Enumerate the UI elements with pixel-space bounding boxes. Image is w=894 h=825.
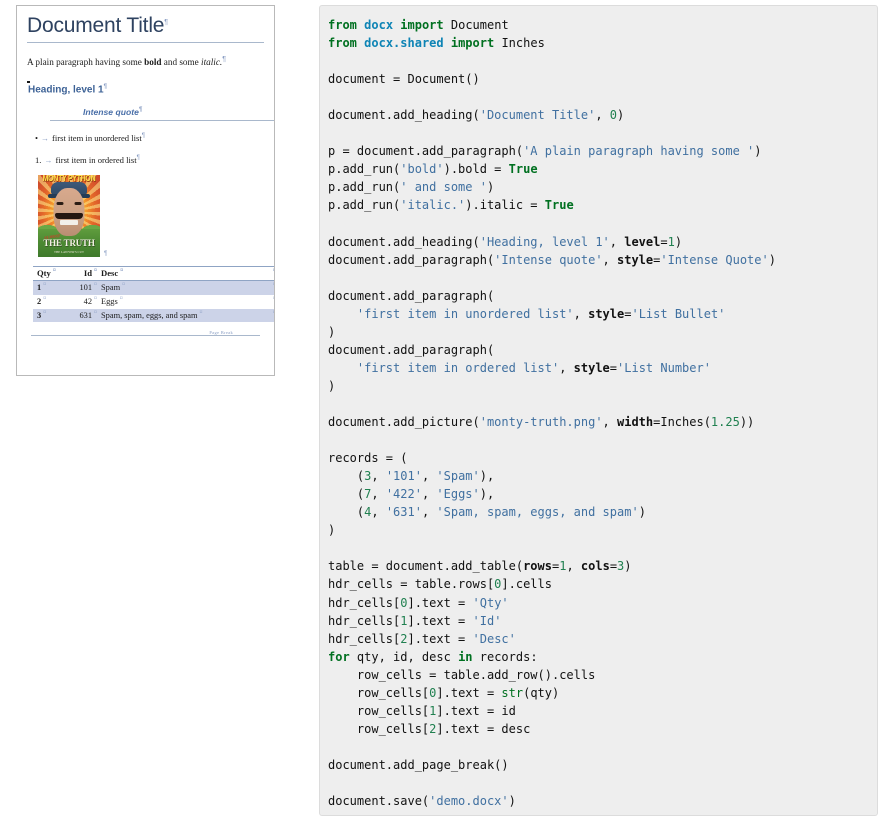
poster-face (53, 187, 85, 236)
quote-divider (50, 119, 274, 121)
cell-mark: ¤ (43, 295, 47, 302)
cell-mark: ¤ (94, 282, 97, 289)
cell-mark: ¤ (271, 296, 274, 302)
document-table-wrap: Qty¤ Id¤ Desc¤ ¤ 1¤ 101¤ Spam¤ ¤ (27, 266, 274, 323)
cell-mark: ¤ (199, 309, 203, 316)
document-ordered-list-item: 1. → first item in ordered list¶ (27, 155, 264, 165)
cell-mark: ¤ (271, 268, 274, 274)
table-cell-id-value: 42 (83, 296, 92, 306)
table-cell-desc: Spam, spam, eggs, and spam ¤ (101, 309, 262, 323)
cell-mark: ¤ (43, 282, 47, 289)
title-divider (27, 42, 264, 44)
paragraph-text-between: and some (161, 57, 202, 68)
pilcrow-mark: ¶ (164, 19, 168, 26)
pilcrow-mark: ¶ (104, 250, 108, 257)
table-header-desc-label: Desc (101, 267, 119, 278)
table-header-qty: Qty ¤ (33, 266, 63, 280)
document-unordered-list-item: • → first item in unordered list¶ (27, 133, 264, 143)
heading1-text: Heading, level 1 (28, 83, 104, 95)
table-row: 2¤ 42¤ Eggs¤ ¤ (33, 295, 274, 309)
cell-mark: ¤ (52, 268, 56, 275)
monty-python-poster-image: MONTY PYTHON ALMOST THE TRUTH THE LAWYER… (38, 174, 100, 257)
table-cell-desc-value: Spam, spam, eggs, and spam (101, 310, 198, 320)
paragraph-bold-run: bold (144, 57, 162, 68)
table-cell-id: 101 ¤ (63, 281, 101, 295)
cell-mark: ¤ (271, 310, 274, 316)
cell-mark: ¤ (43, 309, 47, 316)
ordered-item-text: first item in ordered list (55, 154, 137, 165)
table-header-id: Id ¤ (63, 266, 101, 280)
table-head: Qty¤ Id¤ Desc¤ ¤ (33, 266, 274, 281)
pilcrow-mark: ¶ (136, 155, 140, 162)
poster-title-text: THE TRUTH (43, 237, 95, 248)
document-intense-quote-block: Intense quote¶ (27, 107, 274, 121)
python-code-block: from docx import Document from docx.shar… (319, 5, 878, 816)
document-title: Document Title¶ (27, 14, 264, 42)
poster-eyes (56, 201, 82, 205)
cell-mark: ¤ (271, 282, 274, 288)
cell-mark: ¤ (94, 295, 97, 302)
table-header-qty-label: Qty (37, 267, 51, 278)
document-image-row: MONTY PYTHON ALMOST THE TRUTH THE LAWYER… (27, 174, 264, 257)
document-intense-quote: Intense quote¶ (83, 107, 264, 120)
pilcrow-mark: ¶ (138, 107, 143, 114)
table-cell-qty: 3 ¤ (33, 309, 63, 323)
poster-moustache (55, 212, 83, 219)
table-cell-id-value: 101 (79, 282, 92, 292)
tab-arrow-icon: → (44, 155, 53, 165)
document-heading1: Heading, level 1¶ (28, 84, 264, 96)
table-cell-qty: 2 ¤ (33, 295, 63, 309)
document-table: Qty¤ Id¤ Desc¤ ¤ 1¤ 101¤ Spam¤ ¤ (33, 266, 274, 323)
table-row-end-mark: ¤ (262, 309, 274, 323)
table-cell-desc-value: Eggs (101, 296, 118, 306)
table-row-end-mark: ¤ (262, 266, 274, 280)
poster-top-text: MONTY PYTHON (42, 175, 96, 184)
intense-quote-text: Intense quote (83, 106, 139, 117)
document-body: Document Title¶ A plain paragraph having… (17, 6, 274, 375)
pilcrow-mark: ¶ (103, 83, 107, 90)
cell-mark: ¤ (120, 268, 124, 275)
table-row-end-mark: ¤ (262, 281, 274, 295)
table-cell-id: 631 ¤ (63, 309, 101, 323)
unordered-item-text: first item in unordered list (52, 132, 142, 143)
cell-mark: ¤ (119, 295, 123, 302)
paragraph-italic-run: italic. (201, 57, 223, 68)
table-body: 1¤ 101¤ Spam¤ ¤ 2¤ 42¤ Eggs¤ ¤ 3¤ (33, 280, 274, 323)
document-title-text: Document Title (27, 14, 165, 37)
table-row: 3¤ 631¤ Spam, spam, eggs, and spam¤ ¤ (33, 308, 274, 323)
document-heading1-wrap: Heading, level 1¶ (27, 80, 264, 96)
table-cell-qty: 1 ¤ (33, 281, 63, 295)
page-break-indicator: Page Break (27, 330, 264, 340)
paragraph-text-before: A plain paragraph having some (27, 57, 145, 68)
table-row: 1¤ 101¤ Spam¤ ¤ (33, 280, 274, 295)
pilcrow-mark: ¶ (141, 133, 145, 140)
table-cell-desc-value: Spam (101, 282, 121, 292)
page-root: Document Title¶ A plain paragraph having… (0, 0, 894, 825)
table-header-row: Qty¤ Id¤ Desc¤ ¤ (33, 266, 274, 281)
pilcrow-mark: ¶ (222, 56, 226, 64)
poster-subtitle-text: THE LAWYER'S CUT (54, 249, 84, 254)
table-cell-desc: Spam ¤ (101, 281, 262, 295)
document-preview-panel: Document Title¶ A plain paragraph having… (16, 5, 275, 376)
table-cell-id-value: 631 (79, 310, 92, 320)
cell-mark: ¤ (94, 309, 97, 316)
tab-arrow-icon: → (41, 133, 50, 143)
table-header-id-label: Id (83, 267, 92, 278)
table-cell-desc: Eggs ¤ (101, 295, 262, 309)
page-break-line (31, 335, 260, 337)
cell-mark: ¤ (122, 282, 126, 289)
table-row-end-mark: ¤ (262, 295, 274, 309)
poster-mouth (60, 219, 78, 225)
cell-mark: ¤ (94, 268, 97, 275)
table-header-desc: Desc ¤ (101, 266, 262, 280)
page-break-label: Page Break (206, 330, 236, 336)
heading-bullet-marker-icon (27, 80, 30, 84)
table-cell-id: 42 ¤ (63, 295, 101, 309)
document-paragraph: A plain paragraph having some bold and s… (27, 56, 264, 69)
code-source: from docx import Document from docx.shar… (328, 18, 776, 809)
